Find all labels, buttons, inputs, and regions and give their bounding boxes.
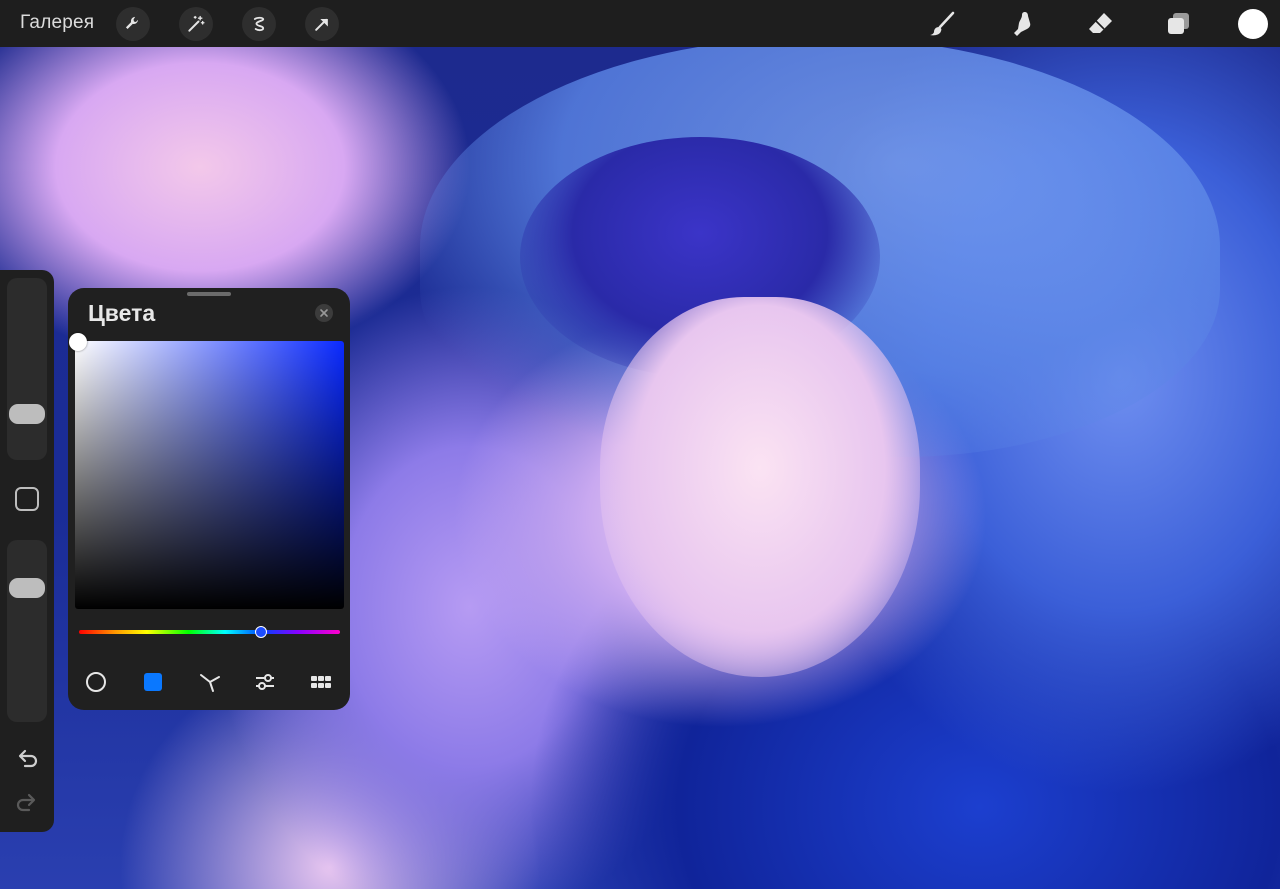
current-color-button[interactable]	[1238, 9, 1268, 39]
classic-square-icon[interactable]	[141, 670, 165, 694]
gallery-button[interactable]: Галерея	[20, 12, 94, 34]
top-toolbar: Галерея	[0, 0, 1280, 47]
left-sidebar	[0, 270, 54, 832]
magic-wand-icon[interactable]	[179, 7, 213, 41]
panel-grabber[interactable]	[187, 292, 231, 296]
smudge-icon[interactable]	[1006, 6, 1042, 42]
close-icon[interactable]	[315, 304, 333, 322]
harmony-icon[interactable]	[198, 670, 222, 694]
color-picker-handle[interactable]	[69, 333, 87, 351]
hue-slider[interactable]	[79, 630, 340, 634]
eraser-icon[interactable]	[1083, 6, 1119, 42]
layers-icon[interactable]	[1160, 6, 1196, 42]
hue-slider-thumb[interactable]	[255, 626, 267, 638]
brush-size-thumb[interactable]	[9, 404, 45, 424]
palettes-grid-icon[interactable]	[309, 670, 333, 694]
modify-square-button[interactable]	[15, 487, 39, 511]
colors-panel: Цвета	[68, 288, 350, 710]
opacity-thumb[interactable]	[9, 578, 45, 598]
panel-title: Цвета	[88, 300, 156, 326]
disc-icon[interactable]	[84, 670, 108, 694]
opacity-slider[interactable]	[7, 540, 47, 722]
selection-icon[interactable]	[242, 7, 276, 41]
undo-icon[interactable]	[13, 746, 41, 774]
artwork-face-shape	[600, 297, 920, 677]
saturation-value-square[interactable]	[69, 333, 344, 609]
brush-icon[interactable]	[924, 6, 960, 42]
redo-icon[interactable]	[13, 790, 41, 818]
transform-arrow-icon[interactable]	[305, 7, 339, 41]
brush-size-slider[interactable]	[7, 278, 47, 460]
value-sliders-icon[interactable]	[253, 670, 277, 694]
wrench-icon[interactable]	[116, 7, 150, 41]
